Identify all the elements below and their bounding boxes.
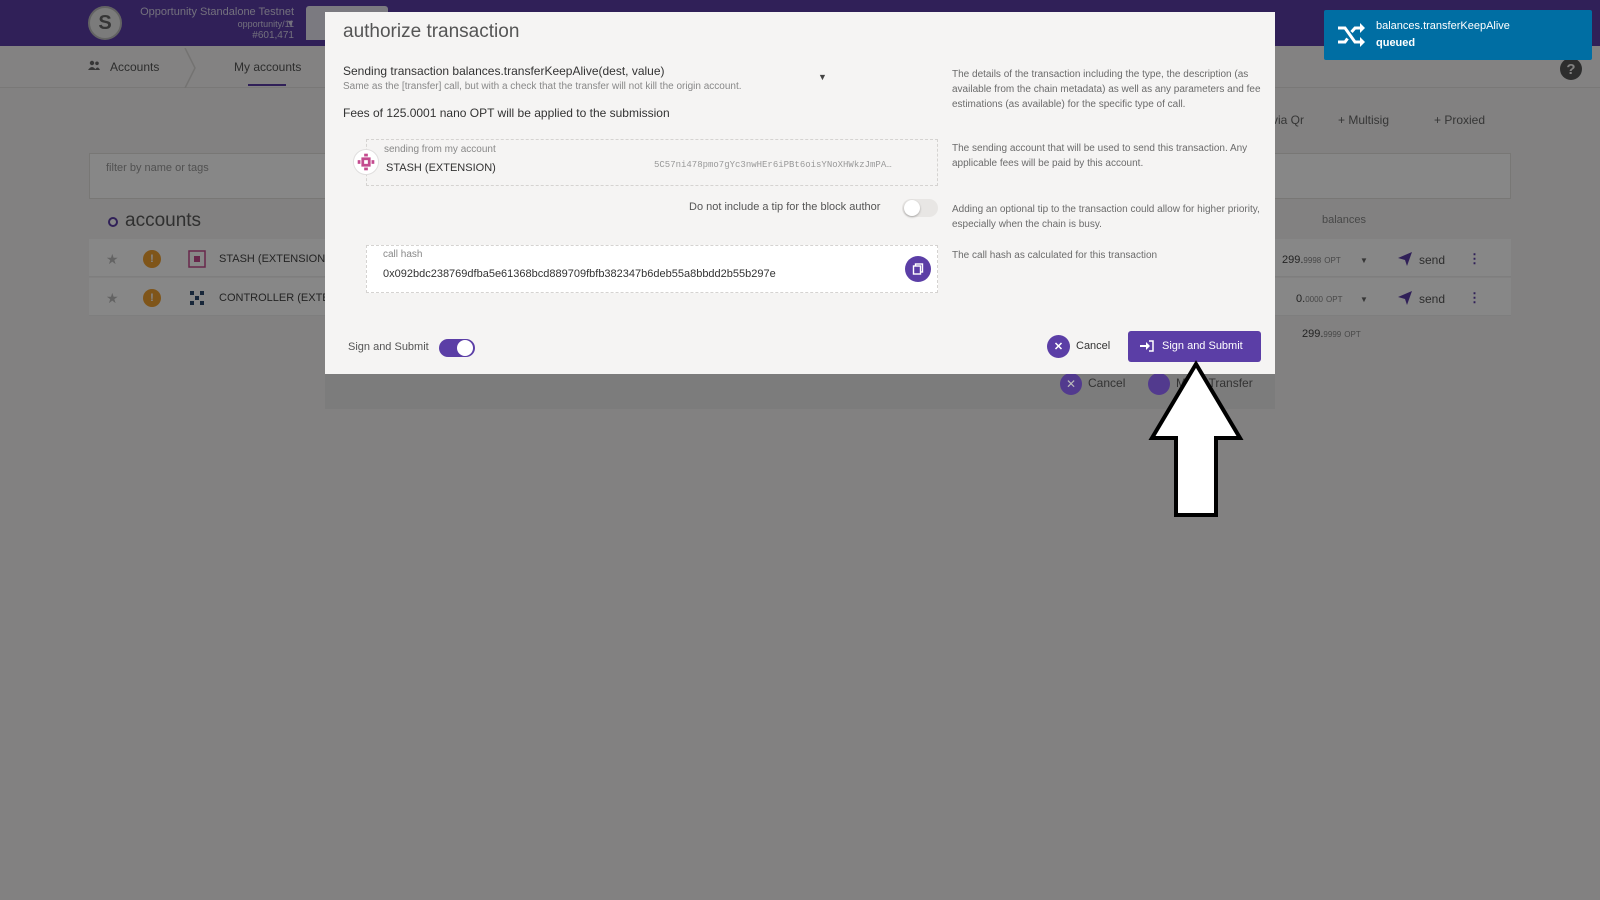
toggle-knob: [904, 200, 920, 216]
tip-toggle[interactable]: [902, 199, 938, 217]
chevron-down-icon[interactable]: ▼: [818, 72, 827, 82]
toast-method: balances.transferKeepAlive: [1376, 20, 1510, 32]
toast-status: queued: [1376, 37, 1416, 49]
help-account: The sending account that will be used to…: [952, 143, 1248, 169]
modal-title: authorize transaction: [343, 21, 520, 42]
sign-toggle-label: Sign and Submit: [348, 341, 429, 353]
account-field-label: sending from my account: [384, 144, 496, 155]
account-field-name: STASH (EXTENSION): [386, 162, 496, 174]
call-hash-value: 0x092bdc238769dfba5e61368bcd889709fbfb38…: [383, 268, 776, 280]
toggle-knob: [457, 340, 473, 356]
close-icon[interactable]: ✕: [1047, 335, 1070, 358]
close-icon[interactable]: ✕: [1060, 373, 1082, 395]
sign-and-submit-button[interactable]: Sign and Submit: [1128, 331, 1261, 362]
arrow-up-icon: [1148, 360, 1244, 517]
transaction-method[interactable]: Sending transaction balances.transferKee…: [343, 64, 665, 78]
help-transaction: The details of the transaction including…: [952, 69, 1261, 110]
copy-button[interactable]: [905, 256, 931, 282]
transaction-fees: Fees of 125.0001 nano OPT will be applie…: [343, 106, 670, 120]
status-toast[interactable]: balances.transferKeepAlive queued: [1324, 10, 1592, 60]
transaction-doc: Same as the [transfer] call, but with a …: [343, 81, 742, 92]
sign-toggle[interactable]: [439, 339, 475, 357]
identicon-icon: [353, 149, 379, 175]
shuffle-icon: [1338, 23, 1365, 47]
help-tip: Adding an optional tip to the transactio…: [952, 204, 1260, 230]
transfer-cancel-button[interactable]: Cancel: [1088, 376, 1125, 390]
copy-icon: [912, 263, 924, 275]
help-call-hash: The call hash as calculated for this tra…: [952, 250, 1158, 261]
account-field-address: 5C57ni478pmo7gYc3nwHEr6iPBt6oisYNoXHWkzJ…: [654, 160, 892, 170]
sign-and-submit-label: Sign and Submit: [1162, 340, 1243, 352]
tip-toggle-label: Do not include a tip for the block autho…: [689, 201, 881, 213]
cancel-button[interactable]: Cancel: [1076, 340, 1110, 352]
call-hash-label: call hash: [383, 249, 423, 260]
sign-in-icon: [1140, 340, 1154, 352]
